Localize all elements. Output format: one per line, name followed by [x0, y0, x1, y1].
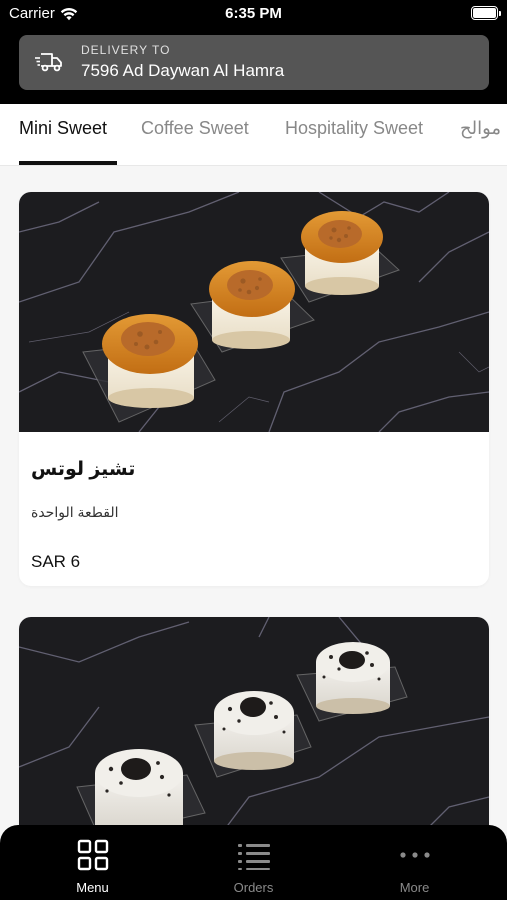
- active-tab-indicator: [19, 161, 117, 165]
- list-icon: [237, 844, 270, 870]
- category-tabs: Mini Sweet Coffee Sweet Hospitality Swee…: [0, 104, 507, 166]
- product-name: تشيز لوتس: [31, 459, 136, 480]
- delivery-text: DELIVERY TO 7596 Ad Daywan Al Hamra: [81, 43, 284, 81]
- nav-more[interactable]: More: [330, 825, 499, 900]
- grid-icon: [77, 839, 108, 871]
- tab-hospitality-sweet[interactable]: Hospitality Sweet: [285, 118, 423, 139]
- product-price: SAR 6: [31, 552, 81, 571]
- truck-icon: [35, 53, 62, 72]
- app-screen: Carrier 6:35 PM DELIVERY TO 7596 Ad Dayw…: [0, 0, 507, 900]
- tab-mawaleh[interactable]: موالح: [460, 118, 501, 139]
- product-card[interactable]: تشيز لوتس القطعة الواحدة SAR 6: [19, 192, 489, 586]
- delivery-label: DELIVERY TO: [81, 43, 171, 57]
- nav-menu-label: Menu: [76, 880, 109, 895]
- delivery-address-selector[interactable]: DELIVERY TO 7596 Ad Daywan Al Hamra: [19, 35, 489, 90]
- nav-orders[interactable]: Orders: [169, 825, 338, 900]
- nav-orders-label: Orders: [233, 880, 274, 895]
- delivery-address: 7596 Ad Daywan Al Hamra: [81, 61, 285, 80]
- header: Carrier 6:35 PM DELIVERY TO 7596 Ad Dayw…: [0, 0, 507, 104]
- battery-icon: [471, 6, 501, 20]
- status-bar: Carrier 6:35 PM: [0, 0, 507, 28]
- more-dots-icon: [399, 852, 430, 858]
- nav-menu[interactable]: Menu: [8, 825, 177, 900]
- tab-mini-sweet[interactable]: Mini Sweet: [19, 118, 107, 139]
- bottom-navigation: Menu Orders More: [0, 825, 507, 900]
- product-image: [19, 617, 489, 837]
- nav-more-label: More: [399, 880, 430, 895]
- product-image: [19, 192, 489, 432]
- product-description: القطعة الواحدة: [31, 504, 119, 520]
- status-time: 6:35 PM: [225, 5, 282, 22]
- tab-coffee-sweet[interactable]: Coffee Sweet: [141, 118, 249, 139]
